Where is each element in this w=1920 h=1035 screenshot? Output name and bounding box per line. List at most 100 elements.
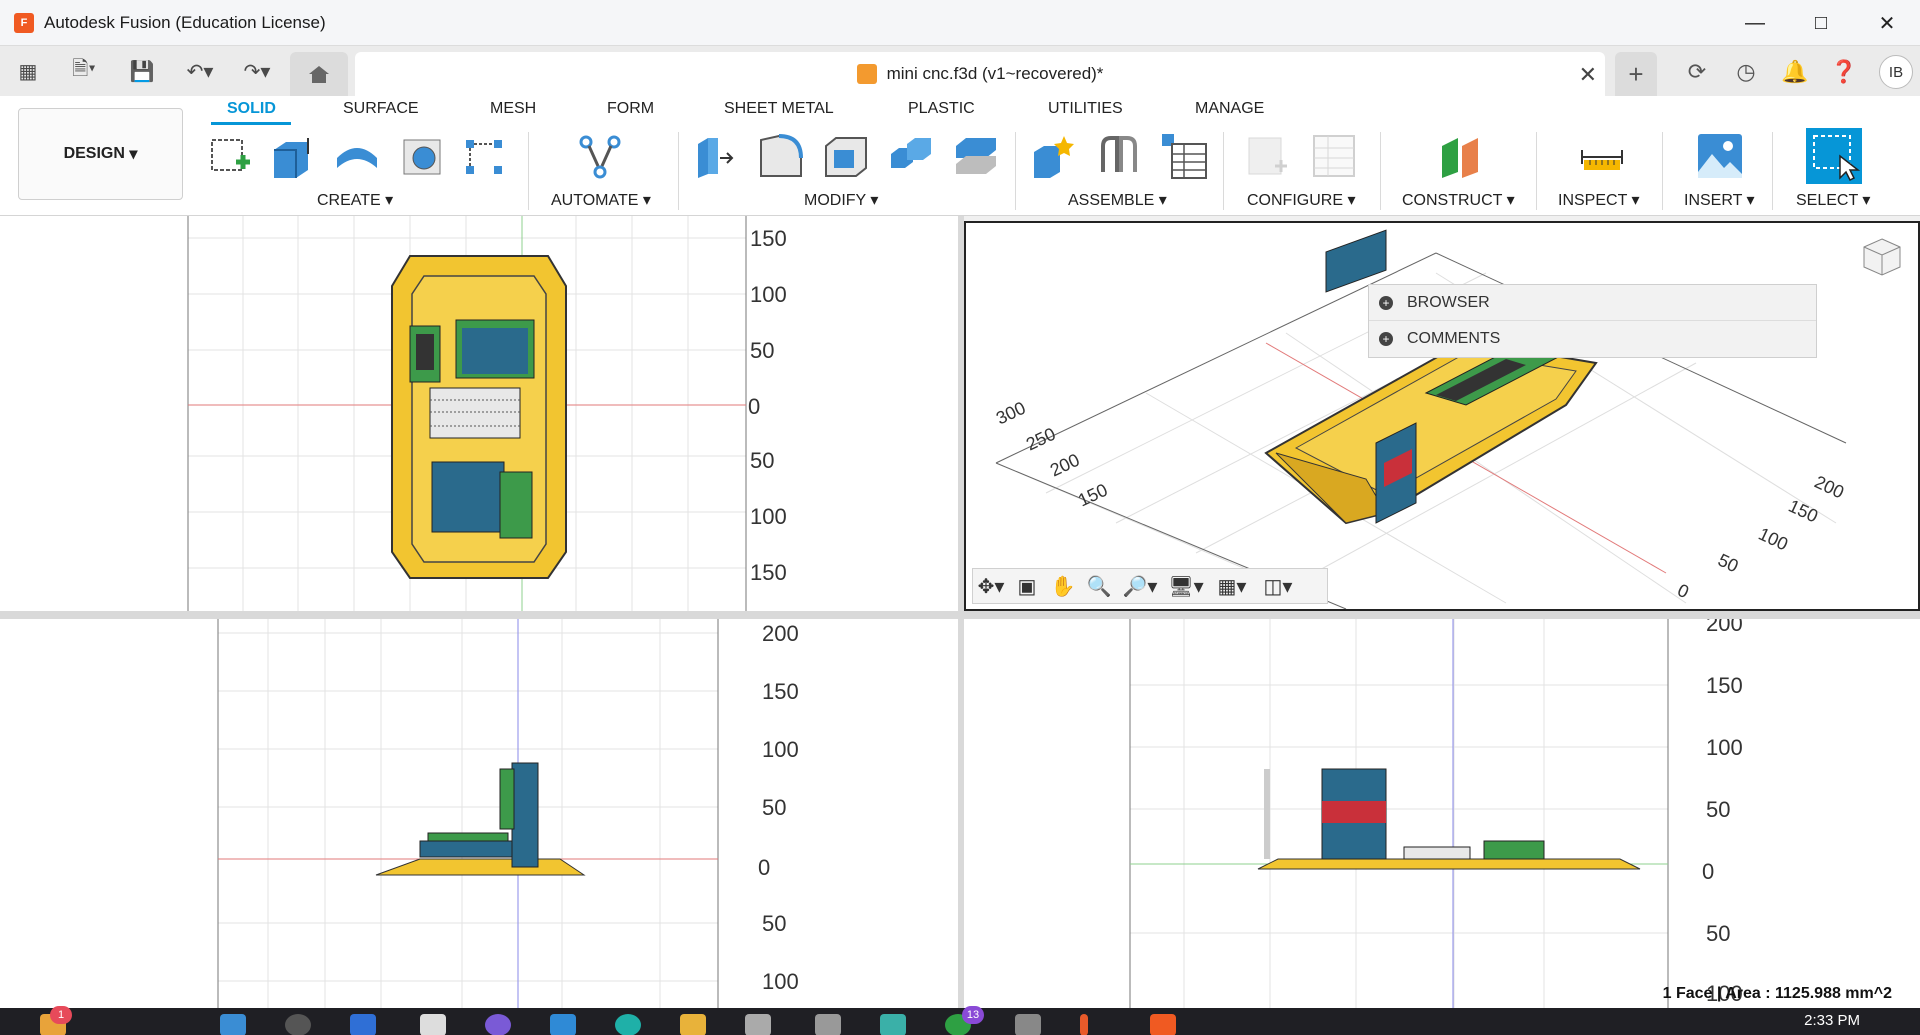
- insert-image-icon[interactable]: [1696, 132, 1744, 180]
- start-icon[interactable]: [220, 1014, 246, 1035]
- group-modify[interactable]: MODIFY ▾: [804, 190, 878, 210]
- taskbar-app-icon[interactable]: [745, 1014, 771, 1035]
- group-inspect[interactable]: INSPECT ▾: [1558, 190, 1640, 210]
- job-status-icon[interactable]: ◷: [1729, 55, 1763, 89]
- help-icon[interactable]: ❓: [1827, 55, 1861, 89]
- axis-label: 50: [762, 911, 787, 936]
- search-icon[interactable]: [285, 1014, 311, 1035]
- press-pull-icon[interactable]: [692, 132, 740, 180]
- measure-icon[interactable]: [1578, 132, 1626, 180]
- group-create[interactable]: CREATE ▾: [317, 190, 393, 210]
- close-window-button[interactable]: ✕: [1854, 0, 1920, 46]
- undo-icon[interactable]: ↶▾: [178, 58, 222, 84]
- axis-label: 100: [750, 282, 787, 307]
- ribbon: DESIGN ▾ SOLID SURFACE MESH FORM SHEET M…: [0, 96, 1920, 216]
- group-assemble[interactable]: ASSEMBLE ▾: [1068, 190, 1167, 210]
- automate-icon[interactable]: [576, 132, 624, 180]
- browser-row[interactable]: + BROWSER: [1369, 285, 1816, 321]
- revolve-icon[interactable]: [333, 132, 381, 180]
- orbit-icon[interactable]: ✥▾: [973, 569, 1009, 603]
- axis-label: 50: [762, 795, 787, 820]
- file-menu-icon[interactable]: 🗎▾: [62, 58, 106, 84]
- grid-settings-icon[interactable]: ▦▾: [1209, 569, 1255, 603]
- select-icon[interactable]: [1806, 128, 1862, 184]
- tab-plastic[interactable]: PLASTIC: [908, 100, 975, 118]
- tab-form[interactable]: FORM: [607, 100, 654, 118]
- group-automate[interactable]: AUTOMATE ▾: [551, 190, 651, 210]
- top-view-canvas: [187, 216, 747, 611]
- group-select[interactable]: SELECT ▾: [1796, 190, 1870, 210]
- viewcube-icon[interactable]: [1860, 235, 1904, 279]
- group-insert[interactable]: INSERT ▾: [1684, 190, 1755, 210]
- comments-row[interactable]: + COMMENTS: [1369, 321, 1816, 357]
- taskbar-app-icon[interactable]: [815, 1014, 841, 1035]
- viewport-top[interactable]: 150 100 50 0 50 100 150: [0, 216, 958, 611]
- maximize-button[interactable]: □: [1788, 0, 1854, 46]
- redo-icon[interactable]: ↷▾: [235, 58, 279, 84]
- offset-face-icon[interactable]: [952, 132, 1000, 180]
- joint-icon[interactable]: [1095, 132, 1143, 180]
- configure-icon[interactable]: [1245, 132, 1293, 180]
- create-sketch-icon[interactable]: [206, 132, 254, 180]
- expand-icon[interactable]: +: [1379, 332, 1393, 346]
- group-assemble-label: ASSEMBLE: [1068, 192, 1155, 209]
- save-icon[interactable]: 💾: [128, 58, 156, 84]
- tab-solid[interactable]: SOLID: [227, 100, 276, 118]
- ribbon-separator: [1015, 132, 1016, 210]
- taskbar-clock[interactable]: 2:33 PM: [1804, 1012, 1860, 1029]
- avatar[interactable]: IB: [1879, 55, 1913, 89]
- document-tab[interactable]: mini cnc.f3d (v1~recovered)* ✕: [355, 52, 1605, 96]
- configuration-table-icon[interactable]: [1310, 132, 1358, 180]
- display-settings-icon[interactable]: 🖥▾: [1163, 569, 1209, 603]
- taskbar-app-icon[interactable]: [1015, 1014, 1041, 1035]
- notifications-icon[interactable]: 🔔: [1778, 55, 1812, 89]
- zoom-icon[interactable]: 🔍: [1081, 569, 1117, 603]
- tab-mesh[interactable]: MESH: [490, 100, 536, 118]
- axis-label: 50: [1706, 921, 1731, 946]
- workspace-switcher[interactable]: DESIGN ▾: [18, 108, 183, 200]
- viewport-divider-horizontal[interactable]: [0, 611, 1920, 619]
- close-tab-icon[interactable]: ✕: [1579, 62, 1597, 88]
- extrude-icon[interactable]: [268, 132, 316, 180]
- axis-label: 0: [1702, 859, 1715, 884]
- tab-manage[interactable]: MANAGE: [1195, 100, 1264, 118]
- file-explorer-icon[interactable]: [680, 1014, 706, 1035]
- taskbar-app-icon[interactable]: [880, 1014, 906, 1035]
- taskbar-app-icon[interactable]: [485, 1014, 511, 1035]
- document-title: mini cnc.f3d (v1~recovered)*: [886, 64, 1104, 83]
- viewport-right[interactable]: 200 150 100 50 0 50 100: [964, 619, 1920, 1008]
- selection-status: 1 Face | Area : 1125.988 mm^2: [1662, 985, 1892, 1002]
- minimize-button[interactable]: —: [1722, 0, 1788, 46]
- grid-menu-icon[interactable]: ▦: [14, 58, 42, 84]
- viewport-front[interactable]: 200 150 100 50 0 50 100: [0, 619, 958, 1008]
- new-tab-button[interactable]: +: [1615, 52, 1657, 96]
- home-button[interactable]: [290, 52, 348, 96]
- new-component-icon[interactable]: [1030, 132, 1078, 180]
- shell-icon[interactable]: [822, 132, 870, 180]
- viewport-isometric[interactable]: 300 250 200 150 200 150 100 50 0: [964, 221, 1920, 611]
- taskbar-app-icon[interactable]: [420, 1014, 446, 1035]
- zoom-window-icon[interactable]: 🔎▾: [1117, 569, 1163, 603]
- offset-plane-icon[interactable]: [1436, 132, 1484, 180]
- tab-utilities[interactable]: UTILITIES: [1048, 100, 1123, 118]
- pattern-icon[interactable]: [460, 132, 508, 180]
- taskbar-app-icon[interactable]: [1080, 1014, 1088, 1035]
- fillet-icon[interactable]: [757, 132, 805, 180]
- expand-icon[interactable]: +: [1379, 295, 1393, 310]
- group-configure[interactable]: CONFIGURE ▾: [1247, 190, 1355, 210]
- combine-icon[interactable]: [887, 132, 935, 180]
- axis-label: 50: [750, 338, 775, 363]
- taskbar-app-icon[interactable]: [615, 1014, 641, 1035]
- taskbar-fusion-icon[interactable]: [1150, 1014, 1176, 1035]
- pan-icon[interactable]: ✋: [1045, 569, 1081, 603]
- tab-sheet-metal[interactable]: SHEET METAL: [724, 100, 834, 118]
- group-construct[interactable]: CONSTRUCT ▾: [1402, 190, 1515, 210]
- taskbar-app-icon[interactable]: [350, 1014, 376, 1035]
- tab-surface[interactable]: SURFACE: [343, 100, 419, 118]
- taskbar-app-icon[interactable]: [550, 1014, 576, 1035]
- viewports-icon[interactable]: ◫▾: [1255, 569, 1301, 603]
- extensions-icon[interactable]: ⟳: [1680, 55, 1714, 89]
- look-at-icon[interactable]: ▣: [1009, 569, 1045, 603]
- hole-icon[interactable]: [398, 132, 446, 180]
- bill-of-materials-icon[interactable]: [1160, 132, 1208, 180]
